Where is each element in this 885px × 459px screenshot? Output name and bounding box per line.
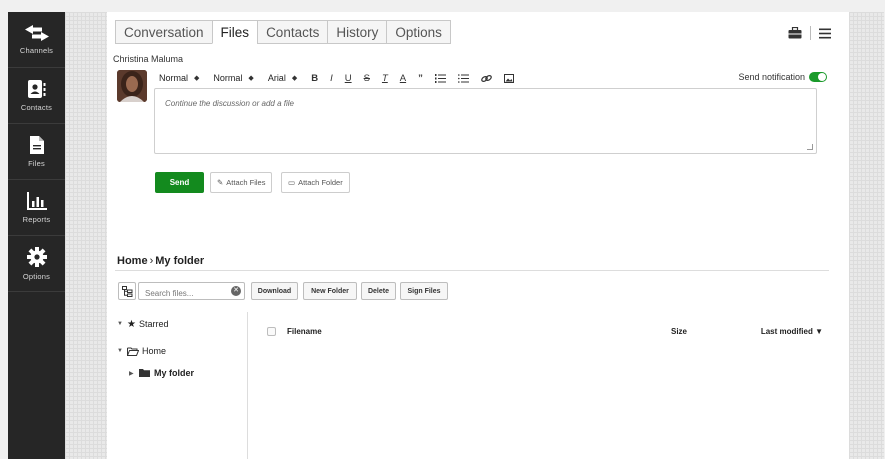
channels-arrows-icon bbox=[24, 25, 49, 41]
main-panel: Conversation Files Contacts History Opti… bbox=[107, 12, 849, 459]
ordered-list-icon[interactable] bbox=[434, 73, 446, 83]
delete-button[interactable]: Delete bbox=[361, 282, 396, 300]
expand-caret-icon: ▼ bbox=[117, 348, 123, 354]
tab-files[interactable]: Files bbox=[211, 20, 259, 44]
tab-contacts[interactable]: Contacts bbox=[257, 20, 329, 44]
sidebar-item-options[interactable]: Options bbox=[8, 236, 65, 292]
header-actions bbox=[788, 26, 831, 40]
tab-history[interactable]: History bbox=[327, 20, 388, 44]
tree-item-starred[interactable]: ▼ ★ Starred bbox=[117, 318, 194, 330]
clear-search-icon[interactable]: ✕ bbox=[231, 286, 241, 296]
clear-format-icon[interactable]: T bbox=[382, 73, 388, 84]
italic-icon[interactable]: I bbox=[330, 73, 333, 84]
resize-handle-icon[interactable] bbox=[807, 144, 813, 150]
avatar bbox=[117, 70, 147, 102]
attach-folder-button[interactable]: ▭ Attach Folder bbox=[281, 172, 350, 193]
send-button[interactable]: Send bbox=[155, 172, 204, 193]
contact-card-icon bbox=[27, 80, 45, 98]
folder-outline-icon: ▭ bbox=[288, 178, 296, 187]
divider bbox=[115, 270, 829, 271]
sidebar-item-channels[interactable]: Channels bbox=[8, 12, 65, 68]
message-editor[interactable]: Continue the discussion or add a file bbox=[154, 88, 817, 154]
tab-options[interactable]: Options bbox=[386, 20, 451, 44]
expand-caret-icon: ▶ bbox=[129, 370, 134, 377]
search-input[interactable] bbox=[139, 285, 225, 302]
sidebar-item-label: Channels bbox=[19, 46, 54, 55]
send-notification: Send notification bbox=[738, 72, 827, 82]
sign-files-button[interactable]: Sign Files bbox=[400, 282, 448, 300]
sidebar-item-label: Options bbox=[22, 272, 51, 281]
select-caret-icon: ◆ bbox=[248, 75, 254, 82]
tree-item-home[interactable]: ▼ Home bbox=[117, 345, 194, 357]
folder-open-icon bbox=[127, 347, 139, 356]
tab-bar: Conversation Files Contacts History Opti… bbox=[115, 20, 451, 44]
new-folder-button[interactable]: New Folder bbox=[303, 282, 357, 300]
search-files: ✕ bbox=[138, 282, 245, 302]
star-icon: ★ bbox=[127, 318, 136, 330]
column-filename[interactable]: Filename bbox=[287, 327, 671, 336]
tree-item-my-folder[interactable]: ▶ My folder bbox=[129, 367, 194, 379]
column-last-modified[interactable]: Last modified ▼ bbox=[759, 327, 823, 336]
tab-conversation[interactable]: Conversation bbox=[115, 20, 213, 44]
column-size[interactable]: Size bbox=[671, 327, 759, 336]
select-all-checkbox[interactable] bbox=[267, 326, 276, 336]
divider bbox=[810, 26, 811, 40]
toolbox-icon[interactable] bbox=[788, 27, 802, 39]
paperclip-icon: ✎ bbox=[217, 178, 224, 187]
blockquote-icon[interactable]: ” bbox=[418, 73, 423, 84]
hamburger-menu-icon[interactable] bbox=[819, 28, 831, 39]
size-select[interactable]: Normal ◆ bbox=[213, 73, 253, 83]
sidebar-item-label: Reports bbox=[22, 215, 51, 224]
sidebar-item-label: Files bbox=[28, 159, 45, 168]
sidebar-item-reports[interactable]: Reports bbox=[8, 180, 65, 236]
select-caret-icon: ◆ bbox=[194, 75, 200, 82]
select-caret-icon: ◆ bbox=[291, 75, 298, 82]
sidebar-item-label: Contacts bbox=[20, 103, 53, 112]
tree-view-icon bbox=[121, 285, 132, 297]
style-select[interactable]: Normal ◆ bbox=[159, 73, 199, 83]
expand-caret-icon: ▼ bbox=[117, 321, 123, 327]
gear-icon bbox=[26, 247, 47, 267]
breadcrumb: Home › My folder bbox=[117, 255, 205, 267]
pane-divider bbox=[247, 312, 248, 459]
bar-chart-icon bbox=[26, 192, 47, 210]
right-gutter bbox=[849, 12, 884, 459]
link-icon[interactable] bbox=[481, 74, 492, 83]
folder-icon bbox=[139, 369, 150, 377]
breadcrumb-current: My folder bbox=[155, 255, 205, 267]
sidebar-item-contacts[interactable]: Contacts bbox=[8, 68, 65, 124]
editor-placeholder: Continue the discussion or add a file bbox=[165, 99, 294, 108]
app-window: Channels Contacts Files Reports Options … bbox=[8, 12, 884, 459]
sidebar-item-files[interactable]: Files bbox=[8, 124, 65, 180]
breadcrumb-home[interactable]: Home bbox=[117, 255, 148, 267]
text-color-icon[interactable]: A bbox=[400, 73, 406, 84]
send-notification-label: Send notification bbox=[738, 72, 805, 82]
file-icon bbox=[29, 136, 44, 154]
formatting-toolbar: Normal ◆ Normal ◆ Arial ◆ B I U S T A ” bbox=[159, 71, 526, 85]
left-gutter bbox=[65, 12, 107, 459]
send-notification-toggle[interactable] bbox=[809, 72, 827, 82]
image-icon[interactable] bbox=[503, 73, 514, 83]
file-list-header: Filename Size Last modified ▼ bbox=[267, 324, 823, 338]
strikethrough-icon[interactable]: S bbox=[364, 73, 370, 84]
author-name: Christina Maluma bbox=[113, 54, 184, 64]
sidebar: Channels Contacts Files Reports Options bbox=[8, 12, 65, 459]
font-select[interactable]: Arial ◆ bbox=[268, 73, 297, 83]
bold-icon[interactable]: B bbox=[311, 73, 318, 84]
attach-files-button[interactable]: ✎ Attach Files bbox=[210, 172, 273, 193]
underline-icon[interactable]: U bbox=[345, 73, 352, 84]
download-button[interactable]: Download bbox=[251, 282, 298, 300]
folder-tree: ▼ ★ Starred ▼ Home ▶ My folder bbox=[117, 318, 194, 379]
tree-toggle-button[interactable] bbox=[118, 282, 136, 300]
bullet-list-icon[interactable] bbox=[457, 73, 469, 83]
